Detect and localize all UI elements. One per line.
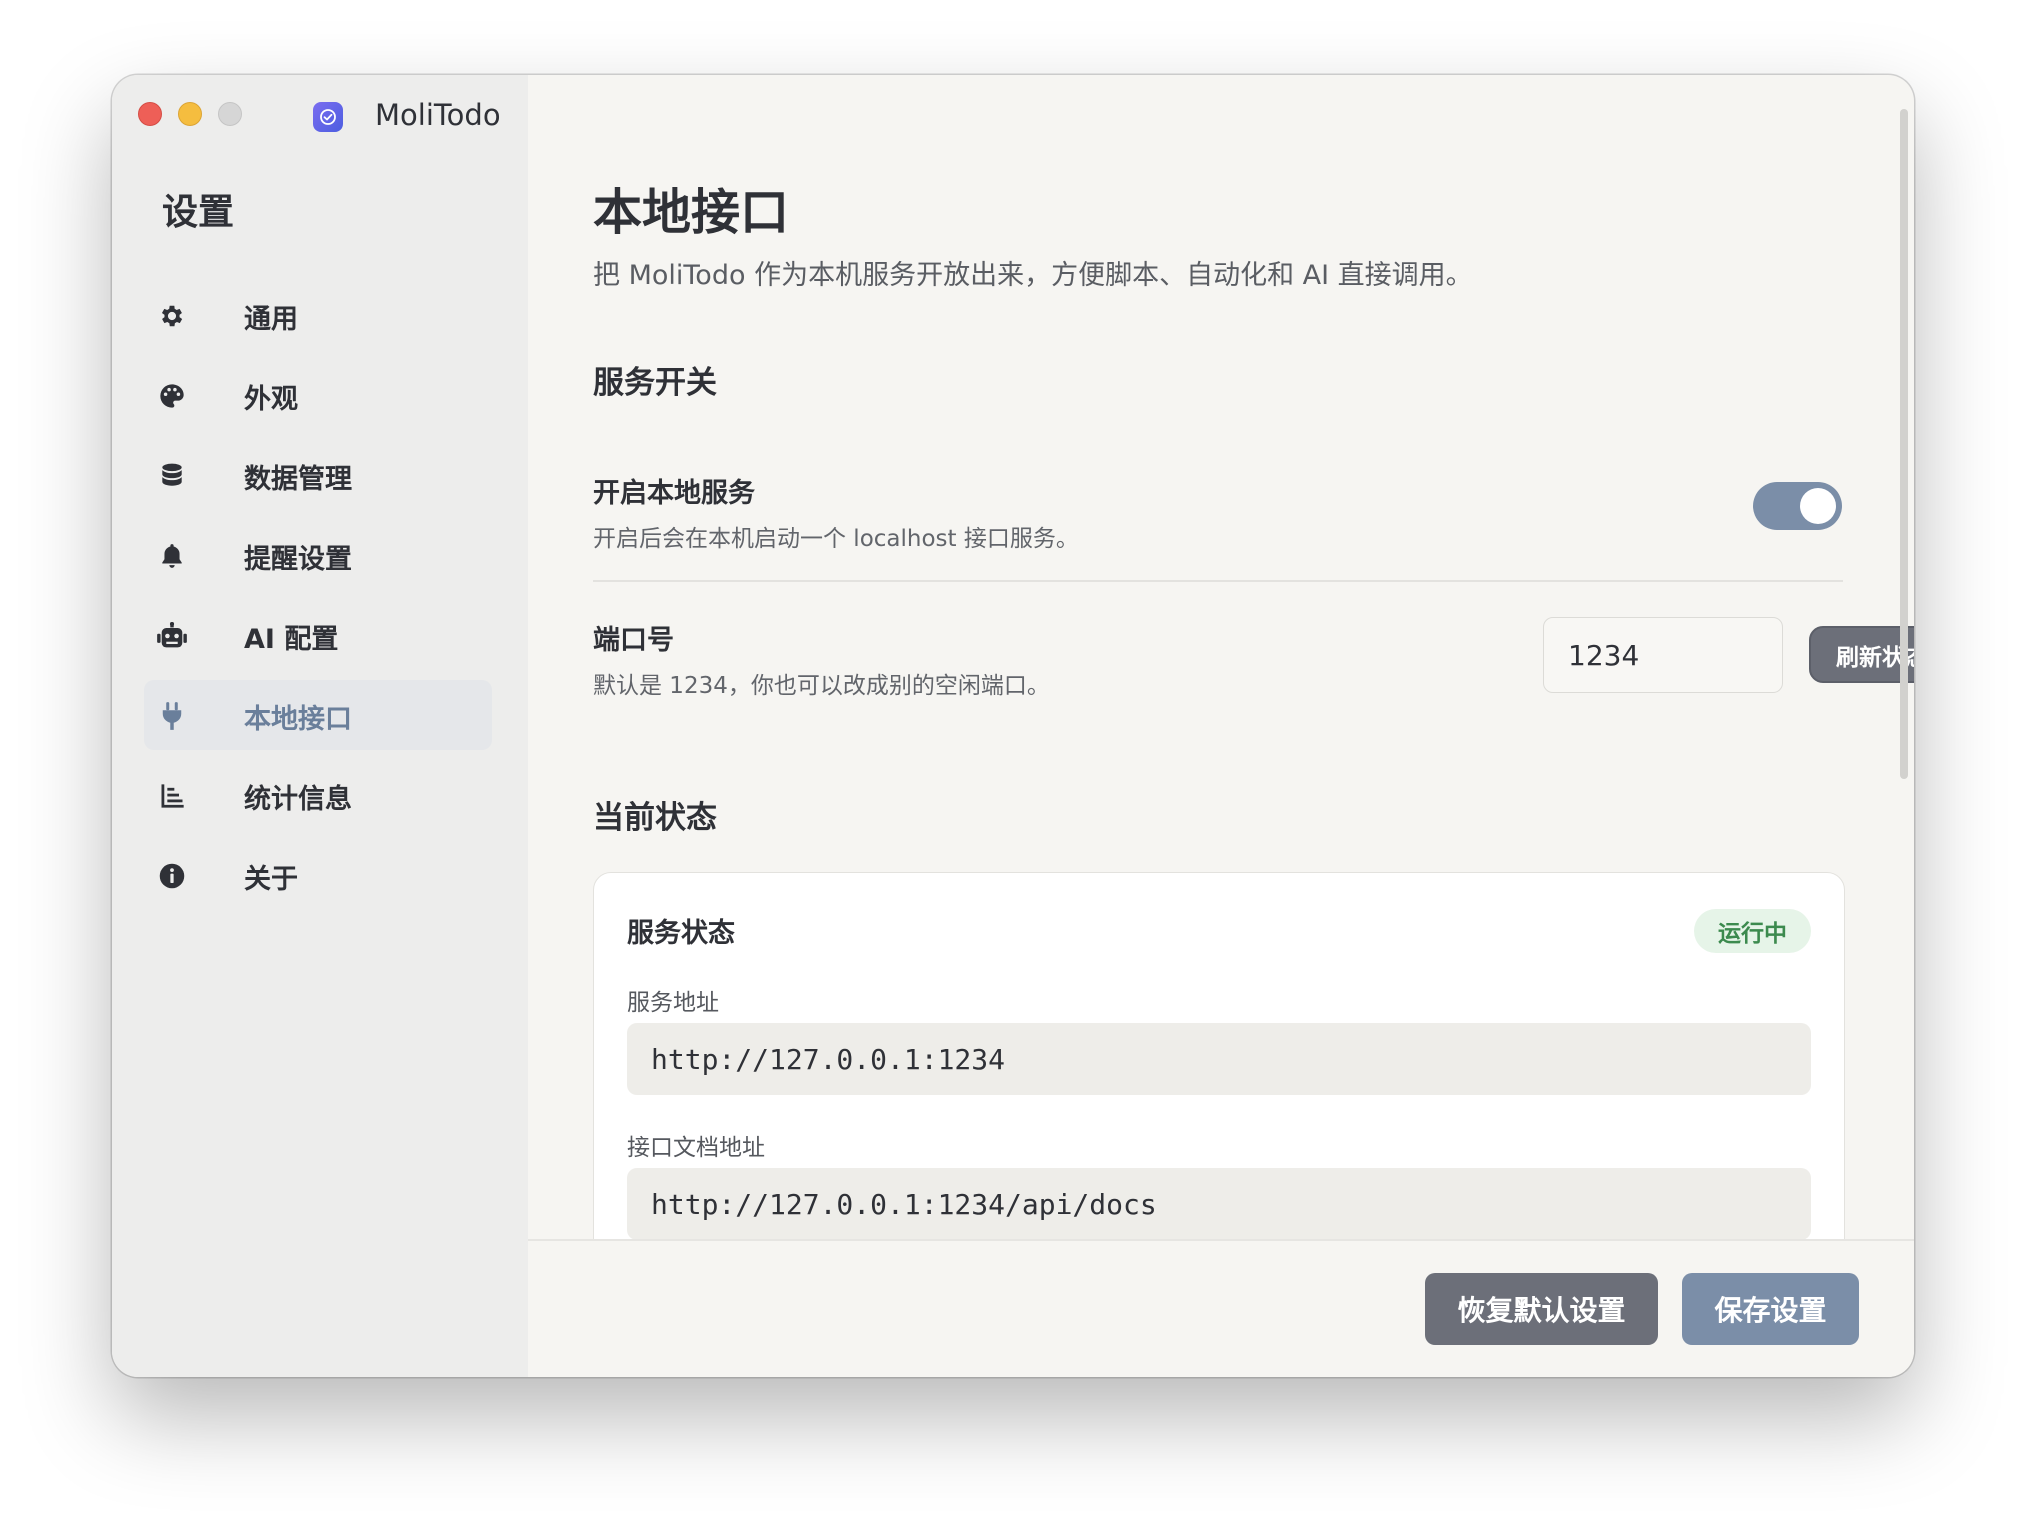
main-panel: 本地接口 把 MoliTodo 作为本机服务开放出来，方便脚本、自动化和 AI … [528,75,1914,1377]
footer-bar: 恢复默认设置 保存设置 [528,1239,1914,1377]
page-title: 本地接口 [593,184,790,241]
section-title-current-status: 当前状态 [593,800,717,836]
sidebar-item-reminders[interactable]: 提醒设置 [144,520,492,590]
sidebar-item-data-management[interactable]: 数据管理 [144,440,492,510]
api-docs-label: 接口文档地址 [627,1135,765,1161]
reset-defaults-button[interactable]: 恢复默认设置 [1425,1273,1658,1345]
refresh-status-button[interactable]: 刷新状态 [1809,626,1914,683]
enable-service-toggle[interactable] [1753,482,1842,530]
plug-icon [156,700,188,732]
scrollbar[interactable] [1900,109,1908,779]
port-title: 端口号 [593,625,674,656]
sidebar-item-general[interactable]: 通用 [144,280,492,350]
sidebar-item-label: 关于 [244,864,298,895]
close-window-button[interactable] [138,102,162,126]
page-subtitle: 把 MoliTodo 作为本机服务开放出来，方便脚本、自动化和 AI 直接调用。 [593,260,1473,291]
section-title-service-switch: 服务开关 [593,365,717,401]
port-description: 默认是 1234，你也可以改成别的空闲端口。 [593,673,1050,699]
toggle-knob [1800,488,1836,524]
settings-scroll-area[interactable]: 本地接口 把 MoliTodo 作为本机服务开放出来，方便脚本、自动化和 AI … [528,75,1914,1239]
service-status-title: 服务状态 [627,918,735,949]
sidebar-title: 设置 [162,192,235,233]
gear-icon [156,300,188,332]
app-window: MoliTodo 设置 通用 外观 数据管理 提醒设置 AI 配置 本地接口 统… [112,75,1914,1377]
info-icon [156,860,188,892]
window-controls [138,102,242,126]
sidebar-item-label: 外观 [244,384,298,415]
sidebar-item-label: AI 配置 [244,624,339,655]
sidebar-item-label: 通用 [244,304,298,335]
bell-icon [156,540,188,572]
save-settings-button[interactable]: 保存设置 [1682,1273,1859,1345]
sidebar-item-label: 提醒设置 [244,544,352,575]
port-input[interactable] [1543,617,1783,693]
sidebar-item-label: 数据管理 [244,464,352,495]
sidebar-item-ai-config[interactable]: AI 配置 [144,600,492,670]
palette-icon [156,380,188,412]
sidebar-item-label: 本地接口 [244,704,352,735]
status-badge: 运行中 [1694,909,1811,953]
sidebar-nav: 通用 外观 数据管理 提醒设置 AI 配置 本地接口 统计信息 关于 [144,280,492,920]
enable-service-description: 开启后会在本机启动一个 localhost 接口服务。 [593,526,1079,552]
row-divider [593,580,1843,582]
database-icon [156,460,188,492]
minimize-window-button[interactable] [178,102,202,126]
api-docs-value[interactable]: http://127.0.0.1:1234/api/docs [627,1168,1811,1239]
service-address-value[interactable]: http://127.0.0.1:1234 [627,1023,1811,1095]
sidebar-item-about[interactable]: 关于 [144,840,492,910]
sidebar-item-label: 统计信息 [244,784,352,815]
sidebar-item-statistics[interactable]: 统计信息 [144,760,492,830]
sidebar: MoliTodo 设置 通用 外观 数据管理 提醒设置 AI 配置 本地接口 统… [112,75,528,1377]
bar-chart-icon [156,780,188,812]
sidebar-item-local-api[interactable]: 本地接口 [144,680,492,750]
app-name: MoliTodo [375,98,501,132]
zoom-window-button[interactable] [218,102,242,126]
sidebar-item-appearance[interactable]: 外观 [144,360,492,430]
service-status-card: 服务状态 运行中 服务地址 http://127.0.0.1:1234 接口文档… [593,872,1845,1239]
service-address-label: 服务地址 [627,990,719,1016]
robot-icon [156,620,188,652]
enable-service-title: 开启本地服务 [593,478,755,509]
app-logo-icon [313,102,343,132]
